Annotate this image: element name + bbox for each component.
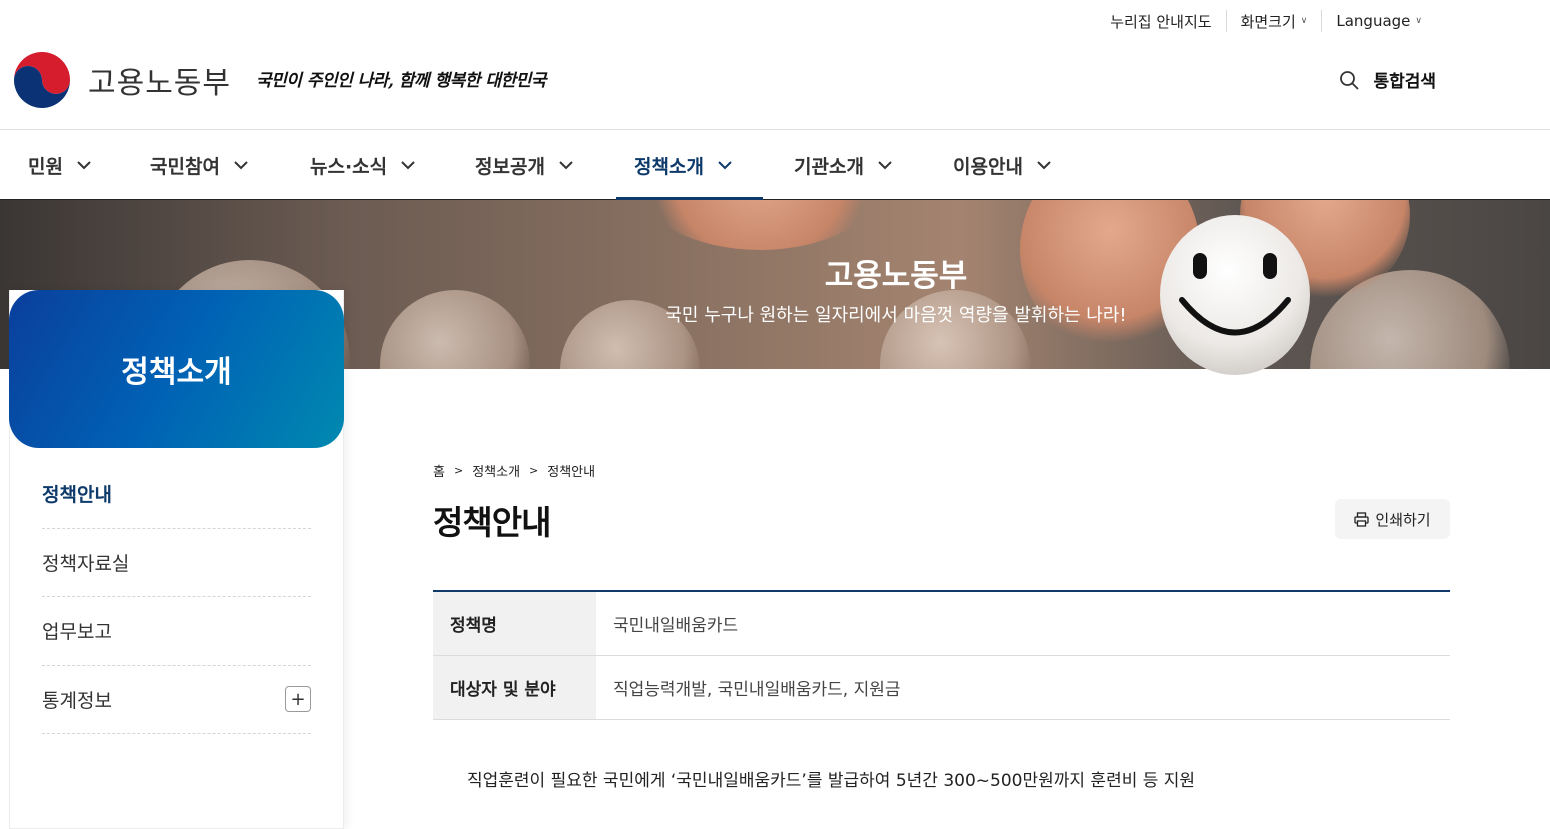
side-nav-label: 업무보고: [42, 621, 112, 644]
gnb-label: 이용안내: [953, 155, 1023, 178]
gnb-item-civil[interactable]: 민원: [28, 130, 91, 200]
side-nav-item-work-report[interactable]: 업무보고: [42, 597, 311, 666]
chevron-right-icon: >: [529, 464, 539, 477]
chevron-right-icon: >: [453, 464, 464, 477]
smiley-face-image: [1160, 215, 1310, 375]
policy-info-table: 정책명 국민내일배움카드 대상자 및 분야 직업능력개발, 국민내일배움카드, …: [433, 590, 1450, 720]
font-size-dropdown[interactable]: 화면크기 ∨: [1225, 10, 1322, 32]
chevron-down-icon: [234, 160, 248, 169]
site-logo[interactable]: 고용노동부: [10, 50, 231, 110]
policy-description: 직업훈련이 필요한 국민에게 ‘국민내일배움카드’를 발급하여 5년간 300~…: [467, 771, 1196, 791]
breadcrumb-current[interactable]: 정책안내: [547, 461, 595, 480]
main-navigation: 민원 국민참여 뉴스·소식 정보공개 정책소개 기관소개 이용안내: [0, 129, 1550, 201]
gnb-label: 정보공개: [475, 155, 545, 178]
gnb-item-participation[interactable]: 국민참여: [150, 130, 248, 200]
sitemap-label: 누리집 안내지도: [1110, 12, 1212, 31]
banner-decoration: [640, 200, 880, 250]
side-nav-label: 통계정보: [42, 689, 112, 712]
table-row: 대상자 및 분야 직업능력개발, 국민내일배움카드, 지원금: [433, 656, 1450, 720]
chevron-down-icon: ∨: [1415, 16, 1422, 26]
chevron-down-icon: [401, 160, 415, 169]
gnb-item-policy[interactable]: 정책소개: [616, 130, 763, 201]
page-title: 정책안내: [433, 503, 551, 542]
gnb-label: 민원: [28, 155, 63, 178]
print-label: 인쇄하기: [1375, 510, 1431, 529]
side-nav-item-policy-library[interactable]: 정책자료실: [42, 529, 311, 597]
taegeuk-emblem-icon: [14, 52, 70, 108]
chevron-down-icon: ∨: [1300, 16, 1308, 26]
gnb-label: 정책소개: [634, 155, 704, 178]
chevron-down-icon: [559, 160, 573, 169]
font-size-label: 화면크기: [1240, 12, 1296, 31]
side-nav-item-policy-guide[interactable]: 정책안내: [42, 460, 311, 529]
gnb-item-guide[interactable]: 이용안내: [953, 130, 1051, 200]
side-navigation-list: 정책안내 정책자료실 업무보고 통계정보 +: [42, 460, 311, 734]
side-navigation-title: 정책소개: [9, 290, 344, 448]
search-icon: [1340, 70, 1359, 89]
table-header-cell: 대상자 및 분야: [433, 656, 596, 719]
gnb-item-agency[interactable]: 기관소개: [794, 130, 892, 200]
gnb-label: 뉴스·소식: [310, 155, 388, 178]
gnb-label: 기관소개: [794, 155, 864, 178]
logo-text: 고용노동부: [88, 66, 231, 101]
search-label: 통합검색: [1373, 72, 1436, 92]
gnb-label: 국민참여: [150, 155, 220, 178]
side-nav-label: 정책자료실: [42, 552, 130, 575]
chevron-down-icon: [878, 160, 892, 169]
banner-title: 고용노동부: [824, 258, 968, 294]
language-label: Language: [1336, 12, 1411, 30]
chevron-down-icon: [718, 160, 732, 169]
integrated-search-button[interactable]: 통합검색: [1339, 67, 1436, 92]
slogan: 국민이 주인인 나라, 함께 행복한 대한민국: [256, 71, 546, 91]
chevron-down-icon: [1037, 160, 1051, 169]
printer-icon: [1354, 511, 1370, 527]
chevron-down-icon: [77, 160, 91, 169]
gnb-item-info[interactable]: 정보공개: [475, 130, 573, 200]
language-dropdown[interactable]: Language ∨: [1321, 10, 1436, 32]
gnb-item-news[interactable]: 뉴스·소식: [310, 130, 415, 200]
side-navigation-title-text: 정책소개: [121, 355, 232, 390]
table-value-cell: 직업능력개발, 국민내일배움카드, 지원금: [613, 680, 901, 700]
table-header-cell: 정책명: [433, 592, 596, 655]
table-value-cell: 국민내일배움카드: [613, 616, 739, 636]
plus-icon[interactable]: +: [285, 686, 311, 713]
sitemap-link[interactable]: 누리집 안내지도: [1110, 10, 1225, 32]
side-nav-item-statistics[interactable]: 통계정보 +: [42, 666, 311, 734]
side-nav-label: 정책안내: [42, 484, 112, 507]
table-row: 정책명 국민내일배움카드: [433, 592, 1450, 656]
print-button[interactable]: 인쇄하기: [1335, 499, 1450, 539]
breadcrumb: 홈 > 정책소개 > 정책안내: [433, 461, 595, 480]
utility-bar: 누리집 안내지도 화면크기 ∨ Language ∨: [1110, 10, 1436, 32]
breadcrumb-home[interactable]: 홈: [433, 461, 445, 480]
breadcrumb-item[interactable]: 정책소개: [472, 461, 520, 480]
